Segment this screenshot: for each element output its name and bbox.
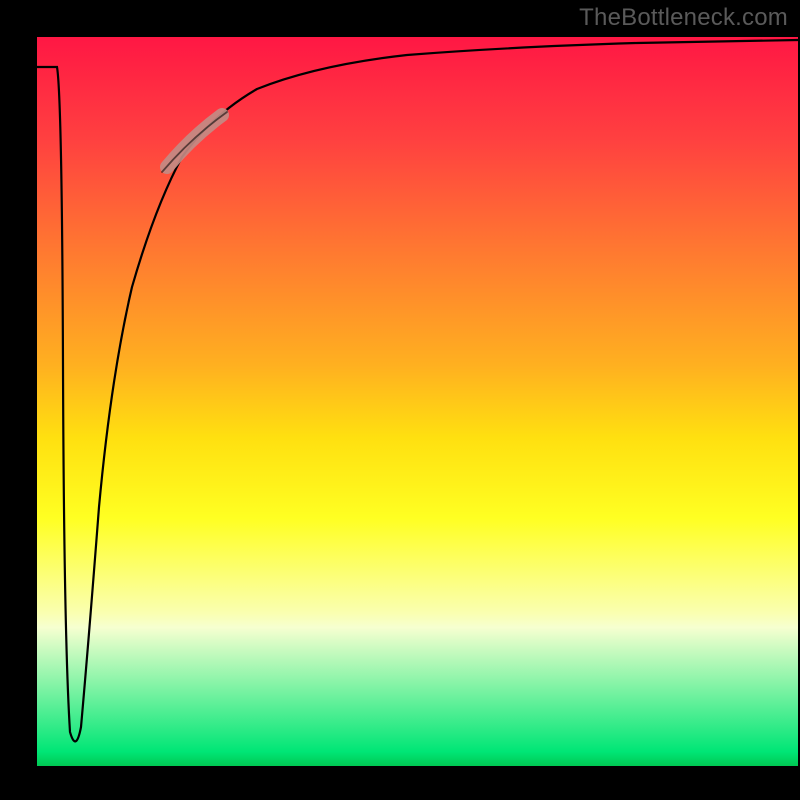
curve-path-over-marker bbox=[162, 112, 227, 172]
chart-container: TheBottleneck.com bbox=[0, 0, 800, 800]
bottleneck-curve bbox=[37, 37, 798, 766]
segment-marker bbox=[167, 115, 222, 167]
plot-gradient-area bbox=[37, 37, 798, 766]
curve-path bbox=[37, 40, 798, 741]
watermark-text: TheBottleneck.com bbox=[579, 4, 788, 32]
